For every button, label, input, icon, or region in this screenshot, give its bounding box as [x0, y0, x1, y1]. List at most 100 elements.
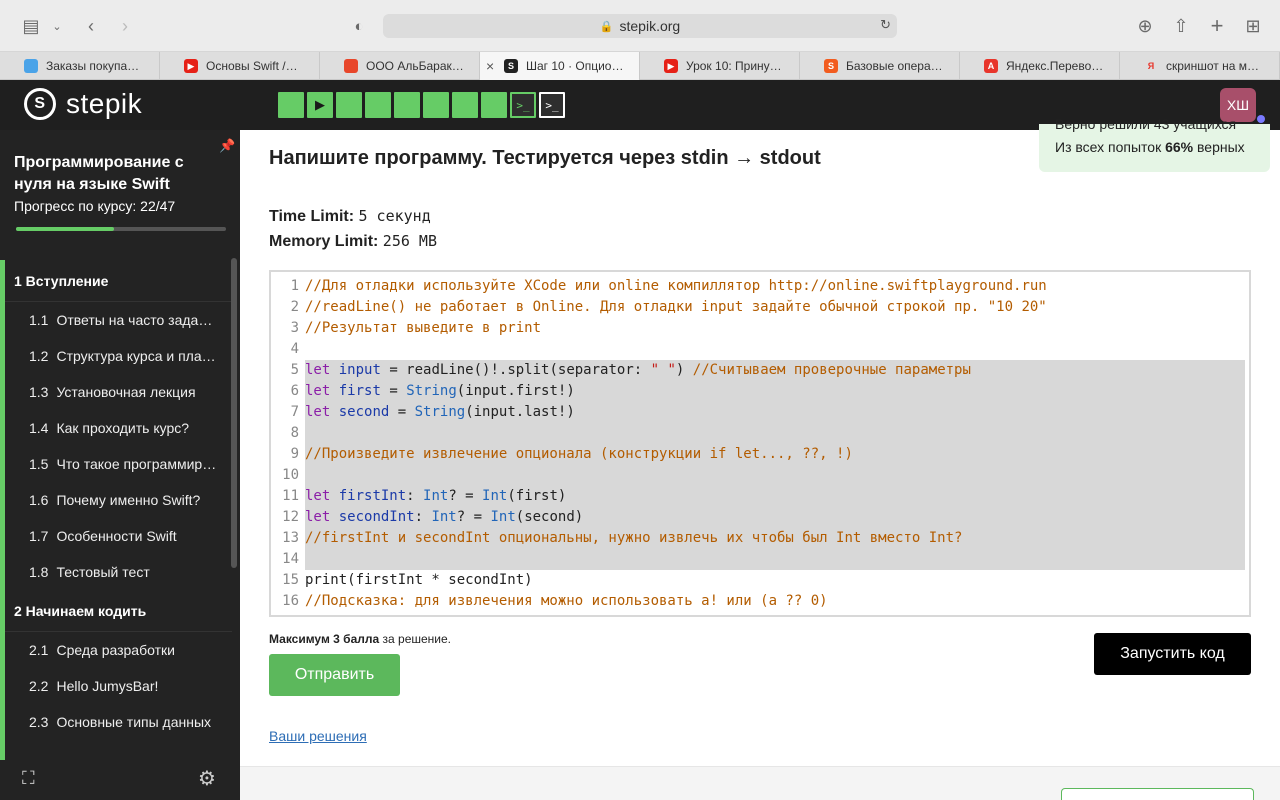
lesson-label: Hello JumysBar!: [56, 678, 159, 694]
next-step-button[interactable]: [1061, 788, 1254, 800]
code-line[interactable]: 15 print(firstInt * secondInt): [271, 570, 1249, 591]
stats-suffix: верных: [1193, 139, 1245, 155]
line-number: 10: [282, 467, 299, 483]
line-number: 8: [290, 425, 299, 441]
chevron-down-icon[interactable]: ⌄: [44, 13, 70, 39]
code-text: let firstInt: Int? = Int(first): [305, 486, 1245, 507]
code-line[interactable]: 11 let firstInt: Int? = Int(first): [271, 486, 1249, 507]
browser-tab[interactable]: ООО АльБарак…: [320, 52, 480, 80]
code-token: let: [305, 404, 331, 420]
share-icon[interactable]: ⇧: [1168, 13, 1194, 39]
code-step-done[interactable]: >_: [510, 92, 536, 118]
step-indicator-done[interactable]: [365, 92, 391, 118]
module-title[interactable]: 1 Вступление: [5, 260, 232, 302]
terminal-icon: >_: [545, 98, 559, 112]
code-editor[interactable]: 1 //Для отладки используйте XCode или onl…: [269, 270, 1251, 617]
lesson-label: Среда разработки: [56, 642, 175, 658]
submit-button[interactable]: Отправить: [269, 654, 400, 696]
browser-tab[interactable]: A Яндекс.Перево…: [960, 52, 1120, 80]
tab-label: Базовые опера…: [846, 59, 943, 73]
reload-icon[interactable]: ↻: [880, 17, 891, 33]
close-tab-icon[interactable]: ×: [486, 58, 494, 74]
code-token: =: [389, 404, 415, 420]
stepik-logo-icon: S: [24, 88, 56, 120]
lesson-item[interactable]: 1.1 Ответы на часто зада…: [5, 302, 232, 338]
back-arrow-icon[interactable]: ‹: [78, 13, 104, 39]
code-text: [305, 423, 1245, 444]
step-indicator-done[interactable]: [452, 92, 478, 118]
address-bar[interactable]: 🔒 stepik.org ↻: [383, 14, 897, 38]
lesson-item[interactable]: 1.5 Что такое программир…: [5, 446, 232, 482]
code-token: firstInt: [338, 488, 407, 504]
browser-tab[interactable]: ▶ Основы Swift /…: [160, 52, 320, 80]
sidebar-toggle-icon[interactable]: ▤: [18, 13, 44, 39]
lesson-item[interactable]: 1.3 Установочная лекция: [5, 374, 232, 410]
code-line[interactable]: 1 //Для отладки используйте XCode или onl…: [271, 276, 1249, 297]
code-step-current[interactable]: >_: [539, 92, 565, 118]
your-solutions-link[interactable]: Ваши решения: [269, 728, 367, 744]
browser-tab[interactable]: S Базовые опера…: [800, 52, 960, 80]
code-line[interactable]: 5 let input = readLine()!.split(separator…: [271, 360, 1249, 381]
run-code-button[interactable]: Запустить код: [1094, 633, 1251, 675]
terminal-icon: >_: [516, 98, 530, 112]
video-step-icon: ▶: [315, 97, 325, 112]
code-line[interactable]: 10: [271, 465, 1249, 486]
tab-favicon-icon: S: [824, 59, 838, 73]
download-icon[interactable]: ⊕: [1132, 13, 1158, 39]
forward-arrow-icon[interactable]: ›: [112, 13, 138, 39]
step-indicator-done[interactable]: ▶: [307, 92, 333, 118]
lesson-item[interactable]: 1.2 Структура курса и пла…: [5, 338, 232, 374]
code-line[interactable]: 12 let secondInt: Int? = Int(second): [271, 507, 1249, 528]
lesson-item[interactable]: 1.4 Как проходить курс?: [5, 410, 232, 446]
lesson-item[interactable]: 1.7 Особенности Swift: [5, 518, 232, 554]
code-line[interactable]: 2 //readLine() не работает в Online. Для …: [271, 297, 1249, 318]
code-line[interactable]: 9 //Произведите извлечение опционала (кон…: [271, 444, 1249, 465]
new-tab-icon[interactable]: +: [1204, 13, 1230, 39]
browser-tab[interactable]: Заказы покупа…: [0, 52, 160, 80]
code-text: let input = readLine()!.split(separator:…: [305, 360, 1245, 381]
step-indicator-done[interactable]: [481, 92, 507, 118]
step-indicator-done[interactable]: [394, 92, 420, 118]
browser-tab[interactable]: Яскриншот на м…: [1120, 52, 1280, 80]
code-token: :: [406, 488, 424, 504]
code-token: first: [338, 383, 381, 399]
lesson-item[interactable]: 1.6 Почему именно Swift?: [5, 482, 232, 518]
code-line[interactable]: 4: [271, 339, 1249, 360]
lesson-item[interactable]: 2.3 Основные типы данных: [5, 704, 232, 740]
lesson-item[interactable]: 1.8 Тестовый тест: [5, 554, 232, 590]
tab-label: Урок 10: Прину…: [686, 59, 782, 73]
step-indicator-done[interactable]: [336, 92, 362, 118]
step-indicator-done[interactable]: [278, 92, 304, 118]
course-title[interactable]: Программирование с нуля на языке Swift: [14, 152, 224, 196]
code-line[interactable]: 7 let second = String(input.last!): [271, 402, 1249, 423]
time-limit-label: Time Limit:: [269, 208, 355, 225]
code-line[interactable]: 14: [271, 549, 1249, 570]
sidebar-footer: ⛶ ⚙: [0, 758, 240, 800]
stats-percent: 66%: [1165, 139, 1194, 155]
code-line[interactable]: 3 //Результат выведите в print: [271, 318, 1249, 339]
fullscreen-icon[interactable]: ⛶: [22, 768, 35, 789]
code-text: //Произведите извлечение опционала (конс…: [305, 444, 1245, 465]
code-line[interactable]: 6 let first = String(input.first!): [271, 381, 1249, 402]
tab-favicon-icon: ▶: [184, 59, 198, 73]
lesson-item[interactable]: 2.1 Среда разработки: [5, 632, 232, 668]
step-indicator-done[interactable]: [423, 92, 449, 118]
module-title[interactable]: 2 Начинаем кодить: [5, 590, 232, 632]
code-text: //readLine() не работает в Online. Для о…: [305, 297, 1245, 318]
lesson-item[interactable]: 2.2 Hello JumysBar!: [5, 668, 232, 704]
tab-favicon-icon: ▶: [664, 59, 678, 73]
privacy-shield-icon[interactable]: ◐: [346, 13, 372, 39]
tab-label: ООО АльБарак…: [366, 59, 464, 73]
stepik-logo[interactable]: S stepik: [24, 88, 142, 120]
code-line[interactable]: 13 //firstInt и secondInt опциональны, ну…: [271, 528, 1249, 549]
browser-tab[interactable]: × S Шаг 10 · Опцио…: [480, 52, 640, 80]
gear-icon[interactable]: ⚙: [198, 766, 216, 791]
browser-tab[interactable]: ▶ Урок 10: Прину…: [640, 52, 800, 80]
tab-overview-icon[interactable]: ⊞: [1240, 13, 1266, 39]
code-token: second: [338, 404, 390, 420]
tab-label: Яндекс.Перево…: [1006, 59, 1104, 73]
code-line[interactable]: 16 //Подсказка: для извлечения можно испо…: [271, 591, 1249, 612]
sidebar-scrollbar[interactable]: [231, 258, 237, 568]
code-line[interactable]: 8: [271, 423, 1249, 444]
